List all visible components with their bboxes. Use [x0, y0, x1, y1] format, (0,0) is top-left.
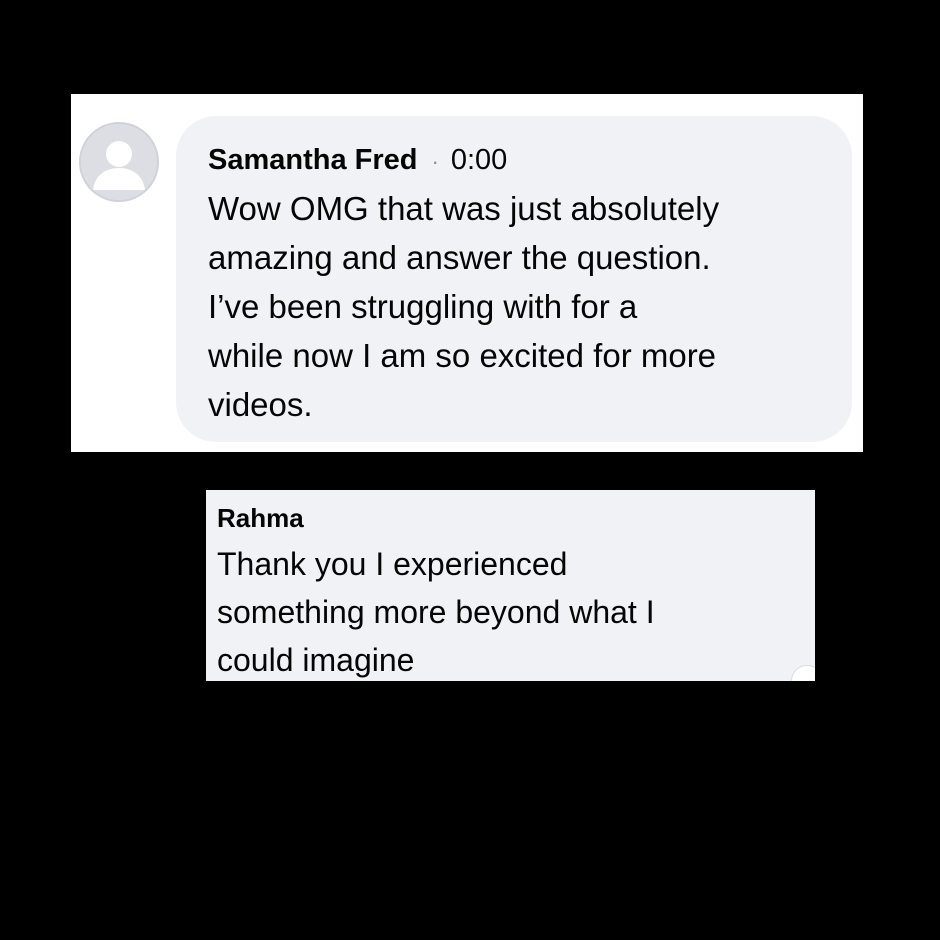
comment-text: Thank you I experienced something more b… [217, 540, 815, 681]
comment-line: videos. [208, 386, 313, 423]
comment-text: Wow OMG that was just absolutely amazing… [208, 184, 820, 429]
comment-line: something more beyond what I [217, 594, 655, 630]
author-name[interactable]: Rahma [217, 502, 815, 534]
comment-bubble: Samantha Fred · 0:00 Wow OMG that was ju… [176, 116, 852, 442]
video-timestamp[interactable]: 0:00 [451, 140, 507, 180]
comment-card-samantha: Samantha Fred · 0:00 Wow OMG that was ju… [71, 94, 863, 452]
page: Samantha Fred · 0:00 Wow OMG that was ju… [0, 0, 940, 940]
comment-header: Samantha Fred · 0:00 [208, 140, 820, 180]
author-name[interactable]: Samantha Fred [208, 140, 418, 180]
comment-line: could imagine [217, 642, 415, 678]
comment-line: Thank you I experienced [217, 546, 568, 582]
comment-line: amazing and answer the question. [208, 239, 711, 276]
comment-line: while now I am so excited for more [208, 337, 717, 374]
separator-dot: · [431, 149, 439, 174]
comment-line: I’ve been struggling with for a [208, 288, 638, 325]
default-user-avatar-icon[interactable] [79, 122, 159, 202]
comment-line: Wow OMG that was just absolutely [208, 190, 720, 227]
comment-card-rahma: Rahma Thank you I experienced something … [206, 490, 815, 681]
